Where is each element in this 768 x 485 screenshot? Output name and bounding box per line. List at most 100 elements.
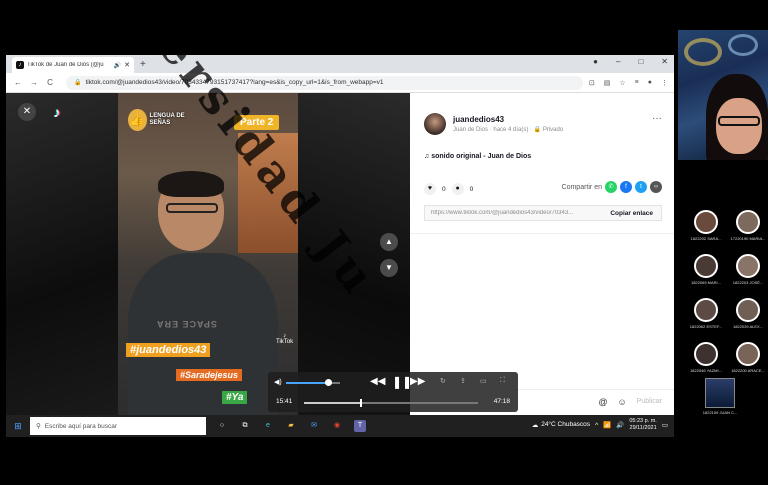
author-meta: Juan de Dios · hace 4 día(s) · 🔒 Privado [453,127,564,133]
participant-avatar [736,342,760,366]
participant-name: 1822203 JOSÉ... [732,280,764,285]
self-avatar [705,378,735,408]
link-box: https://www.tiktok.com/@juandedios43/vid… [424,205,662,221]
seek-bar[interactable] [304,399,478,407]
thumbs-up-icon: 👍 [128,109,147,131]
participant-tile[interactable]: 1822202 SARA... [688,210,724,241]
teams-icon[interactable]: T [354,420,366,432]
participant-tile[interactable]: 1822046 YAZMI... [688,342,724,373]
participant-tile[interactable]: 17220190 MARIA... [730,210,766,241]
volume-slider[interactable] [286,379,340,386]
share-label: Compartir en [561,183,602,191]
self-participant-name: 1822159 JUAN C... [702,410,738,415]
notification-icon[interactable]: ▭ [662,421,668,429]
next-video-button[interactable]: ▼ [380,259,398,277]
sound-link[interactable]: ♫ sonido original - Juan de Dios [424,153,531,160]
avatar[interactable] [424,113,446,135]
speaker-icon[interactable]: 🔊 [114,62,121,69]
publish-button[interactable]: Publicar [637,398,662,405]
file-explorer-icon[interactable]: ▰ [285,420,297,432]
participant-tile[interactable]: 1822062 ESTEF... [688,298,724,329]
clock[interactable]: 05:23 p. m. 29/11/2021 [629,418,657,432]
comment-icon[interactable]: ● [451,183,464,195]
omnibox[interactable]: 🔒 tiktok.com/@juandedios43/video/7034334… [66,75,583,90]
mail-icon[interactable]: ✉ [308,420,320,432]
install-icon[interactable]: ⊡ [589,79,595,87]
total-time: 47:18 [493,398,510,405]
volume-knob[interactable] [325,379,333,386]
participant-tile[interactable]: 1822039 ALEX... [730,298,766,329]
screen: ♪ TikTok de Juan de Dios (@ju 🔊 ✕ + ● – … [0,0,768,485]
maximize-button[interactable]: □ [638,57,643,66]
twitter-icon[interactable]: t [635,181,647,193]
video-area[interactable]: SPACE ERA 👍 LENGUA DE SEÑAS Parte 2 #jua… [6,93,410,415]
video-blur-right [298,93,410,415]
fullscreen-icon[interactable]: ⛶ [500,377,505,385]
cast-icon[interactable]: ▭ [480,377,487,385]
back-icon[interactable]: ← [12,78,24,87]
participant-tile[interactable]: 1822200 ARACE... [730,342,766,373]
facebook-icon[interactable]: f [620,181,632,193]
rewind-icon[interactable]: ◀◀ [370,376,385,387]
main-camera-feed [678,30,768,160]
seek-knob[interactable] [360,399,363,407]
participant-name: 1822062 ESTEF... [689,324,723,329]
comment-count: 0 [469,185,474,193]
fast-forward-icon[interactable]: ▶▶ [410,376,425,387]
copy-link-button[interactable]: Copiar enlace [602,210,661,217]
edge-icon[interactable]: e [262,420,274,432]
windows-start-icon[interactable]: ⊞ [6,421,30,432]
glasses [166,203,218,213]
cortana-icon[interactable]: ○ [216,420,228,432]
taskbar-search[interactable]: ⚲ Escribe aquí para buscar [30,417,206,435]
author-username[interactable]: juandedios43 [453,115,563,124]
tab-title: TikTok de Juan de Dios (@ju [27,62,104,68]
video-frame[interactable]: SPACE ERA 👍 LENGUA DE SEÑAS Parte 2 #jua… [118,93,298,415]
close-video-button[interactable]: ✕ [18,103,36,121]
participant-name: 1822202 SARA... [690,236,722,241]
weather-icon: ☁ [531,422,539,429]
reload-icon[interactable]: C [44,78,56,87]
close-window-button[interactable]: ✕ [661,57,668,66]
self-participant-tile[interactable]: 1822159 JUAN C... [702,378,738,415]
heart-icon[interactable]: ♥ [424,183,436,195]
forward-icon[interactable]: → [28,78,40,87]
whatsapp-icon[interactable]: ✆ [605,181,617,193]
mention-icon[interactable]: @ [598,397,607,407]
new-tab-button[interactable]: + [140,57,146,73]
emoji-icon[interactable]: ☺ [618,397,627,407]
tiktok-page: SPACE ERA 👍 LENGUA DE SEÑAS Parte 2 #jua… [6,93,674,415]
participant-tile[interactable]: 1822203 JOSÉ... [730,254,766,285]
loop-icon[interactable]: ↻ [440,377,446,385]
weather-widget[interactable]: ☁ 24°C Chubascos [532,421,590,429]
participant-avatar [736,254,760,278]
tray-chevron-icon[interactable]: ^ [595,422,598,429]
participant-tile[interactable]: 1822069 MARI... [688,254,724,285]
volume-icon[interactable]: ◀) [274,378,282,386]
tab-close-icon[interactable]: ✕ [124,61,130,69]
previous-video-button[interactable]: ▲ [380,233,398,251]
lock-icon[interactable]: 🔒 [74,79,81,86]
menu-icon[interactable]: ⋮ [661,79,668,87]
more-options-icon[interactable]: ··· [652,113,662,124]
tiktok-logo-icon[interactable]: ♪ [48,103,66,121]
playlist-icon[interactable]: ≡ [635,79,639,87]
network-icon[interactable]: 📶 [603,421,611,429]
star-icon[interactable]: ☆ [619,79,625,87]
embed-icon[interactable]: ‹› [650,181,662,193]
lengua-de-senas-logo: 👍 LENGUA DE SEÑAS [128,107,198,133]
reader-icon[interactable]: ▤ [604,79,611,87]
share-row: Compartir en ✆ f t ‹› [562,181,662,193]
volume-tray-icon[interactable]: 🔊 [616,421,624,429]
minimize-button[interactable]: – [616,57,620,66]
task-view-icon[interactable]: ⧉ [239,420,251,432]
browser-tab[interactable]: ♪ TikTok de Juan de Dios (@ju 🔊 ✕ [12,57,134,73]
account-icon[interactable]: ● [648,79,652,87]
share-media-icon[interactable]: ⇪ [460,377,466,385]
video-link[interactable]: https://www.tiktok.com/@juandedios43/vid… [425,210,602,216]
presenter-glasses [718,116,760,126]
clock-time: 05:23 p. m. [629,418,657,424]
seek-fill [304,402,362,404]
chrome-icon[interactable]: ◉ [331,420,343,432]
profile-icon[interactable]: ● [593,57,598,66]
